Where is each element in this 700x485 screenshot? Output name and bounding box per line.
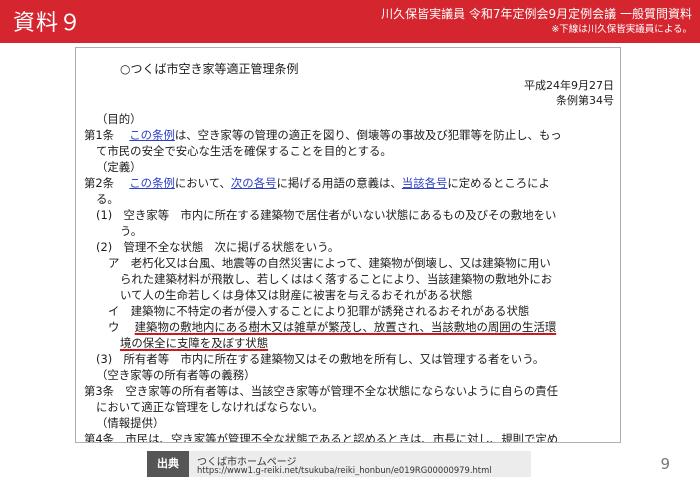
item-1-cont: う。 bbox=[120, 224, 143, 238]
info-heading: （情報提供） bbox=[96, 416, 165, 430]
duty-heading: （空き家等の所有者等の義務） bbox=[96, 368, 256, 382]
header-note: ※下線は川久保皆実議員による。 bbox=[551, 24, 692, 35]
article-2-text-cont: る。 bbox=[96, 192, 119, 206]
ordinance-date-block: 平成24年9月27日 条例第34号 bbox=[524, 78, 614, 108]
item-2: (2) 管理不全な状態 次に掲げる状態をいう。 bbox=[96, 240, 340, 254]
article-2-text: において、 bbox=[174, 176, 231, 190]
header-info: 川久保皆実議員 令和7年定例会9月定例会議 一般質問資料 ※下線は川久保皆実議員… bbox=[381, 7, 692, 37]
article-2-text: に定めるところによ bbox=[447, 176, 550, 190]
source-label: 出典 bbox=[147, 451, 189, 477]
article-2-link-this-ordinance[interactable]: この条例 bbox=[129, 176, 175, 190]
page-number: 9 bbox=[660, 455, 670, 473]
material-title: 資料９ bbox=[13, 11, 83, 36]
source-url[interactable]: https://www1.g-reiki.net/tsukuba/reiki_h… bbox=[197, 465, 492, 475]
article-2-link-each-item[interactable]: 当該各号 bbox=[402, 176, 448, 190]
article-2-label: 第2条 bbox=[84, 176, 115, 190]
item-2c-underlined-text-cont: 境の保全に支障を及ぼす状態 bbox=[120, 336, 269, 350]
article-3-cont: において適正な管理をしなければならない。 bbox=[96, 400, 324, 414]
ordinance-document: ○つくば市空き家等適正管理条例 平成24年9月27日 条例第34号 （目的） 第… bbox=[75, 47, 621, 443]
article-3: 第3条 空き家等の所有者等は、当該空き家等が管理不全な状態にならないように自らの… bbox=[84, 384, 559, 398]
article-1-link[interactable]: この条例 bbox=[129, 128, 175, 142]
article-1-label: 第1条 bbox=[84, 128, 115, 142]
article-2-text: に掲げる用語の意義は、 bbox=[276, 176, 402, 190]
definition-heading: （定義） bbox=[96, 160, 142, 174]
item-2a-cont: いて人の生命若しくは身体又は財産に被害を与えるおそれがある状態 bbox=[120, 288, 473, 302]
item-1: (1) 空き家等 市内に所在する建築物で居住者がいない状態にあるもの及びその敷地… bbox=[96, 208, 557, 222]
article-1-line: 第1条 この条例は、空き家等の管理の適正を図り、倒壊等の事故及び犯罪等を防止し、… bbox=[84, 127, 562, 143]
item-2c-marker: ウ bbox=[108, 320, 120, 334]
ordinance-date: 平成24年9月27日 bbox=[524, 79, 614, 92]
header-info-line: 川久保皆実議員 令和7年定例会9月定例会議 一般質問資料 bbox=[381, 7, 692, 21]
article-1-text-cont: て市民の安全で安心な生活を確保することを目的とする。 bbox=[96, 144, 392, 158]
item-2c-underlined-text: 建築物の敷地内にある樹木又は雑草が繁茂し、放置され、当該敷地の周囲の生活環 bbox=[134, 320, 557, 334]
source-box: 出典 つくば市ホームページ https://www1.g-reiki.net/t… bbox=[147, 451, 531, 477]
item-3: (3) 所有者等 市内に所在する建築物又はその敷地を所有し、又は管理する者をいう… bbox=[96, 352, 545, 366]
item-2c: ウ 建築物の敷地内にある樹木又は雑草が繁茂し、放置され、当該敷地の周囲の生活環 bbox=[108, 319, 556, 335]
article-4: 第4条 市民は、空き家等が管理不全な状態であると認めるときは、市長に対し、規則で… bbox=[84, 432, 559, 443]
item-2c-cont: 境の保全に支障を及ぼす状態 bbox=[120, 335, 268, 351]
item-2b: イ 建築物に不特定の者が侵入することにより犯罪が誘発されるおそれがある状態 bbox=[108, 304, 530, 318]
ordinance-number: 条例第34号 bbox=[556, 94, 614, 107]
item-2a-cont: られた建築材料が飛散し、若しくははく落することにより、当該建築物の敷地外にお bbox=[120, 272, 553, 286]
header-bar: 資料９ 川久保皆実議員 令和7年定例会9月定例会議 一般質問資料 ※下線は川久保… bbox=[0, 0, 700, 43]
ordinance-title: ○つくば市空き家等適正管理条例 bbox=[120, 62, 299, 76]
article-1-text: は、空き家等の管理の適正を図り、倒壊等の事故及び犯罪等を防止し、もっ bbox=[174, 128, 562, 142]
article-2-link-following-items[interactable]: 次の各号 bbox=[231, 176, 277, 190]
purpose-heading: （目的） bbox=[96, 112, 142, 126]
article-2-line: 第2条 この条例において、次の各号に掲げる用語の意義は、当該各号に定めるところに… bbox=[84, 175, 550, 191]
item-2a: ア 老朽化又は台風、地震等の自然災害によって、建築物が倒壊し、又は建築物に用い bbox=[108, 256, 551, 270]
